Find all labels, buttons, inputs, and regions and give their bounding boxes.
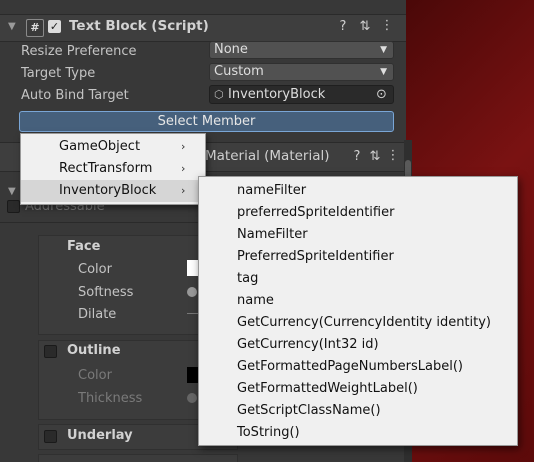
more-icon[interactable]: ⋮ <box>380 18 394 33</box>
menu-item-member[interactable]: tag <box>199 268 515 290</box>
menu-item-member[interactable]: NameFilter <box>199 224 515 246</box>
menu-item-member[interactable]: nameFilter <box>199 180 515 202</box>
underlay-checkbox[interactable] <box>44 430 57 443</box>
select-member-button[interactable]: Select Member <box>19 111 394 132</box>
menu-item-member[interactable]: name <box>199 290 515 312</box>
outline-thickness-label: Thickness <box>78 391 143 406</box>
softness-slider-handle[interactable] <box>187 287 197 297</box>
menu-item-member[interactable]: GetScriptClassName() <box>199 400 515 422</box>
object-picker-icon[interactable]: ⊙ <box>376 86 387 103</box>
outline-color-label: Color <box>78 368 112 383</box>
auto-bind-target-value: InventoryBlock <box>228 87 326 102</box>
help-icon[interactable]: ? <box>336 19 350 34</box>
menu-item-label: GameObject <box>59 139 141 154</box>
face-color-label: Color <box>78 262 112 277</box>
menu-item-label: GetCurrency(Int32 id) <box>237 337 379 352</box>
presets-icon[interactable]: ⇅ <box>358 19 372 34</box>
menu-item-label: name <box>237 293 274 308</box>
resize-preference-value: None <box>214 42 248 57</box>
menu-item-inventoryblock[interactable]: InventoryBlock › <box>21 180 203 202</box>
auto-bind-target-field[interactable]: ⬡ InventoryBlock ⊙ <box>209 85 394 104</box>
menu-item-label: GetFormattedPageNumbersLabel() <box>237 359 464 374</box>
resize-preference-dropdown[interactable]: None ▼ <box>209 41 394 59</box>
menu-item-label: NameFilter <box>237 227 308 242</box>
menu-item-label: tag <box>237 271 259 286</box>
material-title: Material (Material) <box>205 148 330 164</box>
foldout-arrow-icon[interactable]: ▼ <box>8 186 16 197</box>
target-type-label: Target Type <box>21 66 96 81</box>
menu-item-label: GetScriptClassName() <box>237 403 381 418</box>
resize-preference-label: Resize Preference <box>21 44 137 59</box>
face-title: Face <box>67 239 101 254</box>
face-softness-label: Softness <box>78 285 134 300</box>
menu-item-member[interactable]: GetFormattedPageNumbersLabel() <box>199 356 515 378</box>
dropdown-arrow-icon: ▼ <box>380 67 387 77</box>
auto-bind-target-label: Auto Bind Target <box>21 88 129 103</box>
member-popup-menu: GameObject › RectTransform › InventoryBl… <box>20 133 206 205</box>
outline-checkbox[interactable] <box>44 345 57 358</box>
dropdown-arrow-icon: ▼ <box>380 45 387 55</box>
foldout-arrow-icon[interactable]: ▼ <box>8 21 16 32</box>
menu-item-member[interactable]: preferredSpriteIdentifier <box>199 202 515 224</box>
outline-title: Outline <box>67 343 121 358</box>
menu-item-label: ToString() <box>237 425 300 440</box>
presets-icon[interactable]: ⇅ <box>368 149 382 164</box>
component-icon: ⬡ <box>214 88 224 101</box>
underlay-title: Underlay <box>67 428 133 443</box>
chevron-right-icon: › <box>181 162 186 175</box>
menu-item-label: RectTransform <box>59 161 153 176</box>
menu-item-member[interactable]: GetCurrency(Int32 id) <box>199 334 515 356</box>
menu-item-member[interactable]: ToString() <box>199 422 515 444</box>
menu-item-label: GetCurrency(CurrencyIdentity identity) <box>237 315 492 330</box>
next-section <box>38 454 238 462</box>
more-icon[interactable]: ⋮ <box>386 148 400 163</box>
thickness-slider-handle[interactable] <box>187 393 197 403</box>
target-type-value: Custom <box>214 64 264 79</box>
component-enabled-checkbox[interactable]: ✓ <box>48 20 61 33</box>
menu-item-member[interactable]: GetCurrency(CurrencyIdentity identity) <box>199 312 515 334</box>
script-icon: # <box>26 19 44 37</box>
menu-item-recttransform[interactable]: RectTransform › <box>21 158 203 180</box>
menu-item-label: GetFormattedWeightLabel() <box>237 381 418 396</box>
chevron-right-icon: › <box>181 184 186 197</box>
menu-item-label: preferredSpriteIdentifier <box>237 205 395 220</box>
member-submenu: nameFilter preferredSpriteIdentifier Nam… <box>198 176 518 446</box>
addressable-checkbox[interactable] <box>7 200 20 213</box>
menu-item-member[interactable]: PreferredSpriteIdentifier <box>199 246 515 268</box>
menu-item-label: nameFilter <box>237 183 307 198</box>
chevron-right-icon: › <box>181 140 186 153</box>
menu-item-member[interactable]: GetFormattedWeightLabel() <box>199 378 515 400</box>
menu-item-label: PreferredSpriteIdentifier <box>237 249 394 264</box>
face-dilate-label: Dilate <box>78 307 117 322</box>
menu-item-label: InventoryBlock <box>59 183 157 198</box>
help-icon[interactable]: ? <box>350 149 364 164</box>
component-title: Text Block (Script) <box>69 18 209 34</box>
target-type-dropdown[interactable]: Custom ▼ <box>209 63 394 81</box>
menu-item-gameobject[interactable]: GameObject › <box>21 136 203 158</box>
